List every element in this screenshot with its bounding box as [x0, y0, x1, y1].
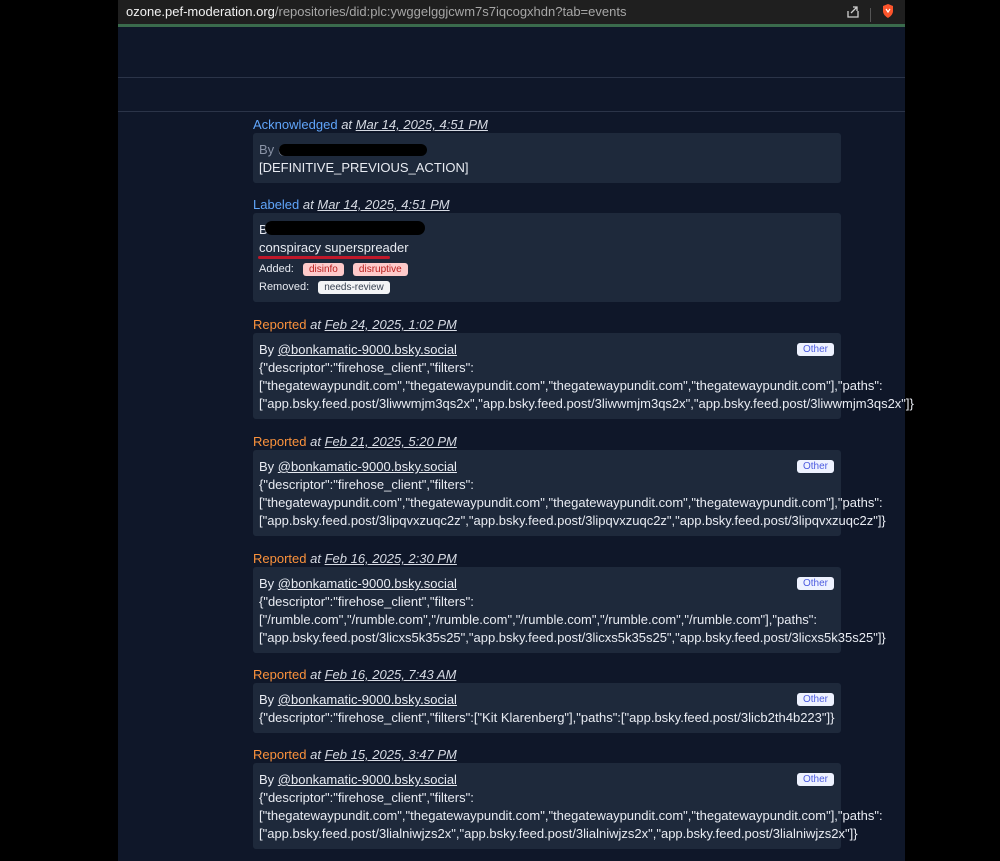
report-type-badge: Other: [796, 343, 834, 356]
report-detail-line: {"descriptor":"firehose_client","filters…: [259, 790, 474, 805]
event-timestamp[interactable]: Feb 21, 2025, 5:20 PM: [325, 434, 457, 449]
label-tag: disruptive: [352, 263, 408, 276]
event-kind: Reported: [253, 747, 307, 762]
event-kind: Reported: [253, 317, 307, 332]
event-card: By @ [DEFINITIVE_PREVIOUS_ACTION]: [253, 133, 841, 183]
report-type-badge: Other: [796, 460, 834, 473]
event-at: at: [310, 551, 321, 566]
redaction: [265, 221, 425, 235]
report-detail-line: {"descriptor":"firehose_client","filters…: [259, 710, 835, 725]
event-timestamp[interactable]: Mar 14, 2025, 4:51 PM: [317, 197, 449, 212]
event-header: Reported at Feb 16, 2025, 7:43 AM: [253, 667, 456, 682]
event-author: By @bonkamatic-9000.bsky.social: [259, 459, 457, 474]
event-timestamp[interactable]: Mar 14, 2025, 4:51 PM: [356, 117, 488, 132]
event-kind: Reported: [253, 434, 307, 449]
event-at: at: [310, 434, 321, 449]
report-detail-line: ["app.bsky.feed.post/3lialniwjzs2x","app…: [259, 826, 858, 841]
by-label: By: [259, 576, 275, 591]
divider: [118, 77, 905, 78]
removed-label-caption: Removed:: [259, 281, 310, 293]
report-detail-line: ["app.bsky.feed.post/3liwwmjm3qs2x","app…: [259, 396, 914, 411]
added-labels-row: Added: disinfo disruptive: [259, 263, 408, 276]
event-timestamp[interactable]: Feb 24, 2025, 1:02 PM: [325, 317, 457, 332]
event-timestamp[interactable]: Feb 15, 2025, 3:47 PM: [325, 747, 457, 762]
event-author: By @bonkamatic-9000.bsky.social: [259, 576, 457, 591]
event-timestamp[interactable]: Feb 16, 2025, 2:30 PM: [325, 551, 457, 566]
event-kind: Reported: [253, 551, 307, 566]
report-type-badge: Other: [796, 773, 834, 786]
event-header: Reported at Feb 15, 2025, 3:47 PM: [253, 747, 457, 762]
report-detail-line: ["thegatewaypundit.com","thegatewaypundi…: [259, 495, 883, 510]
by-label: By: [259, 692, 275, 707]
event-card: By @bonkamatic-9000.bsky.social Other {"…: [253, 450, 886, 536]
event-timestamp[interactable]: Feb 16, 2025, 7:43 AM: [325, 667, 457, 682]
by-label: By: [259, 342, 275, 357]
event-comment: [DEFINITIVE_PREVIOUS_ACTION]: [259, 160, 469, 175]
event-at: at: [341, 117, 353, 132]
event-at: at: [310, 747, 321, 762]
event-header: Reported at Feb 16, 2025, 2:30 PM: [253, 551, 457, 566]
event-card: By @bonkamatic-9000.bsky.social Other {"…: [253, 763, 883, 849]
redaction: [279, 144, 427, 156]
reporter-handle[interactable]: @bonkamatic-9000.bsky.social: [278, 576, 457, 591]
report-detail-line: {"descriptor":"firehose_client","filters…: [259, 594, 474, 609]
reporter-handle[interactable]: @bonkamatic-9000.bsky.social: [278, 692, 457, 707]
report-detail-line: ["app.bsky.feed.post/3licxs5k35s25","app…: [259, 630, 886, 645]
report-type-badge: Other: [796, 693, 834, 706]
url-host: ozone.pef-moderation.org: [126, 4, 275, 19]
event-header: Reported at Feb 24, 2025, 1:02 PM: [253, 317, 457, 332]
event-author: By @bonkamatic-9000.bsky.social: [259, 342, 457, 357]
event-header: Reported at Feb 21, 2025, 5:20 PM: [253, 434, 457, 449]
divider: [118, 111, 905, 112]
address-bar[interactable]: ozone.pef-moderation.org/repositories/di…: [118, 0, 905, 24]
url-path: /repositories/did:plc:ywggelggjcwm7s7iqc…: [274, 4, 627, 19]
reporter-handle[interactable]: @bonkamatic-9000.bsky.social: [278, 459, 457, 474]
report-detail-line: ["thegatewaypundit.com","thegatewaypundi…: [259, 378, 883, 393]
removed-labels-row: Removed: needs-review: [259, 281, 390, 294]
by-label: By: [259, 772, 275, 787]
event-comment: conspiracy superspreader: [259, 240, 409, 255]
added-label-caption: Added:: [259, 263, 294, 275]
event-kind: Reported: [253, 667, 307, 682]
event-kind: Labeled: [253, 197, 300, 212]
event-card: By @bonkamatic-9000.bsky.social Other {"…: [253, 683, 841, 733]
label-tag: needs-review: [318, 281, 390, 294]
event-kind: Acknowledged: [253, 117, 338, 132]
report-detail-line: ["app.bsky.feed.post/3lipqvxzuqc2z","app…: [259, 513, 886, 528]
event-author: By @bonkamatic-9000.bsky.social: [259, 772, 457, 787]
event-author: By @bonkamatic-9000.bsky.social: [259, 692, 457, 707]
event-at: at: [310, 667, 321, 682]
event-header: Labeled at Mar 14, 2025, 4:51 PM: [253, 197, 450, 212]
reporter-handle[interactable]: @bonkamatic-9000.bsky.social: [278, 342, 457, 357]
event-at: at: [302, 197, 314, 212]
event-card: By @bonkamatic-9000.bsky.social Other {"…: [253, 567, 886, 653]
report-detail-line: {"descriptor":"firehose_client","filters…: [259, 360, 474, 375]
report-detail-line: ["thegatewaypundit.com","thegatewaypundi…: [259, 808, 883, 823]
report-type-badge: Other: [796, 577, 834, 590]
report-detail-line: ["/rumble.com","/rumble.com","/rumble.co…: [259, 612, 818, 627]
event-at: at: [310, 317, 321, 332]
event-card: By @bonkamatic-9000.bsky.social Other {"…: [253, 333, 914, 419]
event-header: Acknowledged at Mar 14, 2025, 4:51 PM: [253, 117, 488, 132]
reporter-handle[interactable]: @bonkamatic-9000.bsky.social: [278, 772, 457, 787]
label-tag: disinfo: [302, 263, 344, 276]
by-label: By: [259, 459, 275, 474]
annotation-underline: [258, 256, 390, 259]
report-detail-line: {"descriptor":"firehose_client","filters…: [259, 477, 474, 492]
